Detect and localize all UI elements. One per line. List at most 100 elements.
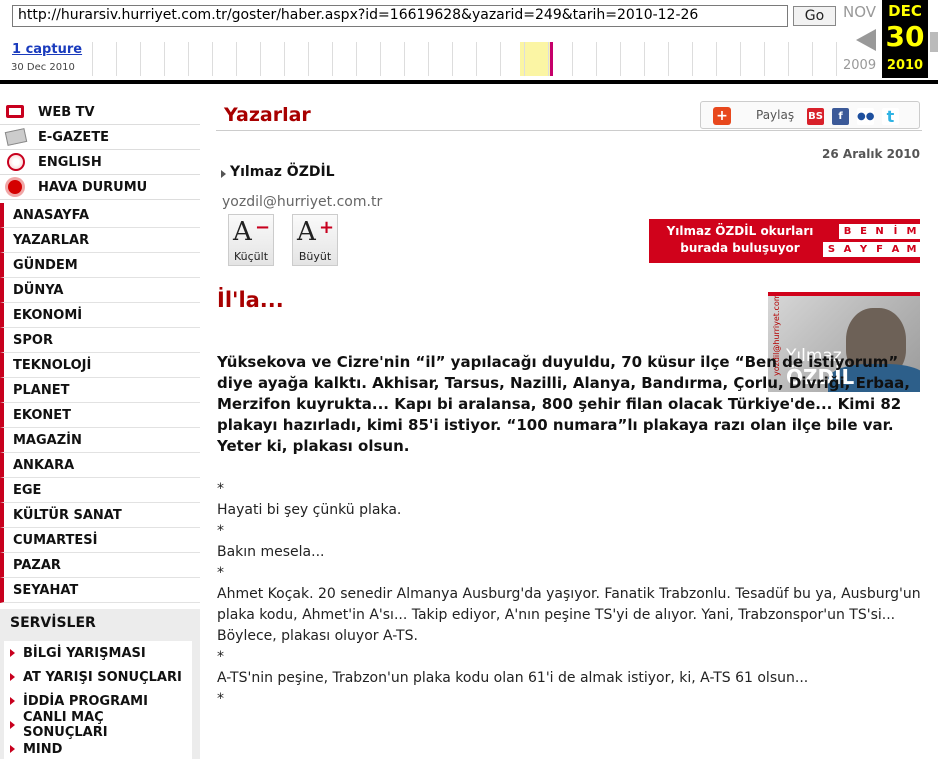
paragraph: A-TS'nin peşine, Trabzon'un plaka kodu o… [217, 670, 809, 686]
share-bar: + Paylaş BS f ●● t [700, 101, 920, 129]
services-panel: SERVİSLER BİLGİ YARIŞMASI AT YARIŞI SONU… [0, 609, 200, 759]
author-email[interactable]: yozdil@hurriyet.com.tr [222, 194, 382, 210]
nav-item-label: ANKARA [13, 457, 75, 473]
sidebar-item-hava-durumu[interactable]: HAVA DURUMU [0, 175, 200, 200]
current-day: 30 [885, 20, 925, 53]
nav-item-label: KÜLTÜR SANAT [13, 507, 122, 523]
nav-item[interactable]: PAZAR [0, 553, 200, 578]
paragraph: Bakın mesela... [217, 544, 325, 560]
banner-letter: A [887, 242, 904, 257]
nav-item[interactable]: EGE [0, 478, 200, 503]
capture-sparkline[interactable] [84, 42, 840, 76]
service-item-label: İDDİA PROGRAMI [23, 693, 148, 709]
url-input[interactable]: http://hurarsiv.hurriyet.com.tr/goster/h… [12, 5, 788, 27]
font-increase-button[interactable]: A + Büyüt [292, 214, 338, 266]
banner-letter: Y [855, 242, 872, 257]
paragraph: * [217, 649, 224, 665]
newspaper-icon [4, 128, 28, 146]
sparkline-tick [644, 42, 645, 76]
nav-item[interactable]: SPOR [0, 328, 200, 353]
go-button[interactable]: Go [793, 6, 836, 26]
banner-letter: F [871, 242, 888, 257]
nav-item[interactable]: SEYAHAT [0, 578, 200, 603]
nav-item[interactable]: EKONOMİ [0, 303, 200, 328]
nav-item[interactable]: TEKNOLOJİ [0, 353, 200, 378]
services-list: BİLGİ YARIŞMASI AT YARIŞI SONUÇLARI İDDİ… [4, 641, 192, 759]
prev-year-label[interactable]: 2009 [843, 58, 876, 73]
myspace-icon[interactable]: ●● [857, 108, 874, 125]
nav-item[interactable]: PLANET [0, 378, 200, 403]
sparkline-tick [404, 42, 405, 76]
capture-date: 30 Dec 2010 [11, 62, 75, 73]
prev-month-label[interactable]: NOV [843, 3, 876, 21]
service-item[interactable]: BİLGİ YARIŞMASI [4, 641, 192, 665]
add-icon[interactable]: + [713, 107, 731, 125]
sparkline-tick [452, 42, 453, 76]
nav-item[interactable]: KÜLTÜR SANAT [0, 503, 200, 528]
arrow-right-icon [10, 649, 15, 657]
banner-letter: İ [887, 224, 904, 239]
bs-icon[interactable]: BS [807, 108, 824, 125]
nav-item[interactable]: MAGAZİN [0, 428, 200, 453]
sidebar-item-label: E-GAZETE [38, 129, 110, 145]
sparkline-tick [428, 42, 429, 76]
current-date-box: DEC 30 2010 [882, 0, 928, 78]
font-increase-label: Büyüt [298, 250, 332, 263]
current-year: 2010 [886, 58, 924, 73]
arrow-right-icon [10, 721, 15, 729]
sparkline-tick [500, 42, 501, 76]
font-decrease-button[interactable]: A − Küçült [228, 214, 274, 266]
sparkline-tick [476, 42, 477, 76]
captures-link[interactable]: 1 capture [12, 42, 82, 57]
nav-item-label: CUMARTESİ [13, 532, 98, 548]
paragraph: * [217, 565, 224, 581]
sidebar: WEB TV E-GAZETE ENGLISH HAVA DURUMU ANAS… [0, 100, 200, 759]
paragraph: Ahmet Koçak. 20 senedir Almanya Ausburg'… [217, 586, 921, 644]
share-label: Paylaş [756, 108, 795, 122]
nav-item[interactable]: ANKARA [0, 453, 200, 478]
nav-item[interactable]: EKONET [0, 403, 200, 428]
nav-item[interactable]: YAZARLAR [0, 228, 200, 253]
facebook-icon[interactable]: f [832, 108, 849, 125]
sparkline-tick [332, 42, 333, 76]
nav-item-label: EGE [13, 482, 42, 498]
banner-letter: S [823, 242, 840, 257]
banner-line2: burada buluşuyor [680, 241, 800, 255]
banner-letter: E [855, 224, 872, 239]
sidebar-item-e-gazete[interactable]: E-GAZETE [0, 125, 200, 150]
twitter-icon[interactable]: t [882, 108, 899, 125]
paragraph: * [217, 691, 224, 707]
sparkline-tick [356, 42, 357, 76]
nav-item[interactable]: ANASAYFA [0, 203, 200, 228]
service-item-label: AT YARIŞI SONUÇLARI [23, 669, 182, 685]
sparkline-tick [572, 42, 573, 76]
sparkline-tick [716, 42, 717, 76]
sparkline-tick [836, 42, 837, 76]
sparkline-tick [260, 42, 261, 76]
services-heading: SERVİSLER [10, 615, 96, 631]
sidebar-item-label: WEB TV [38, 104, 95, 120]
nav-item-label: EKONOMİ [13, 307, 83, 323]
author-name[interactable]: Yılmaz ÖZDİL [230, 164, 335, 180]
service-item[interactable]: CANLI MAÇ SONUÇLARI [4, 710, 192, 740]
sidebar-item-web-tv[interactable]: WEB TV [0, 100, 200, 125]
sidebar-item-english[interactable]: ENGLISH [0, 150, 200, 175]
sparkline-tick [164, 42, 165, 76]
capture-marker[interactable] [550, 42, 553, 76]
article-title: İl'la... [217, 288, 284, 312]
nav-item[interactable]: DÜNYA [0, 278, 200, 303]
sparkline-tick [788, 42, 789, 76]
banner-letter: M [903, 224, 920, 239]
nav-item-label: SEYAHAT [13, 582, 79, 598]
nav-item[interactable]: CUMARTESİ [0, 528, 200, 553]
service-item[interactable]: AT YARIŞI SONUÇLARI [4, 665, 192, 689]
nav-item[interactable]: GÜNDEM [0, 253, 200, 278]
next-arrow-icon[interactable] [930, 32, 938, 52]
wayback-toolbar: http://hurarsiv.hurriyet.com.tr/goster/h… [0, 0, 938, 84]
sidebar-item-label: ENGLISH [38, 154, 102, 170]
prev-arrow-icon[interactable] [856, 29, 876, 51]
nav-item-label: TEKNOLOJİ [13, 357, 92, 373]
benim-sayfam-banner[interactable]: Yılmaz ÖZDİL okurları burada buluşuyor B… [649, 219, 920, 263]
paragraph: * [217, 481, 224, 497]
service-item[interactable]: MIND [4, 737, 192, 759]
